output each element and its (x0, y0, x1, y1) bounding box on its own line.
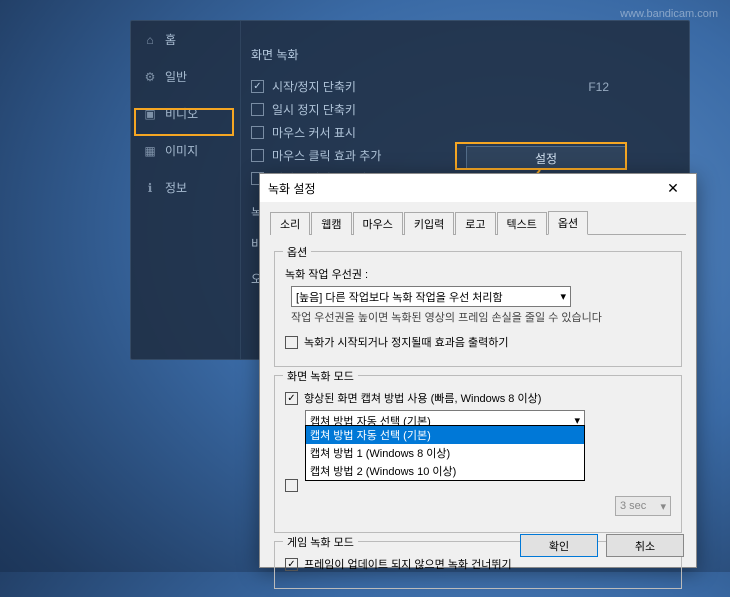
delay-row: 3 sec ▾ (285, 496, 671, 516)
watermark: www.bandicam.com (620, 8, 718, 20)
option-label: 캡쳐 방법 1 (Windows 8 이상) (310, 448, 450, 460)
home-icon: ⌂ (143, 33, 157, 47)
check-label: 일시 정지 단축키 (272, 101, 356, 118)
priority-select[interactable]: [높음] 다른 작업보다 녹화 작업을 우선 처리함 ▾ (291, 286, 571, 307)
sidebar-item-info[interactable]: ℹ 정보 (131, 169, 240, 206)
group-option: 옵션 녹화 작업 우선권 : [높음] 다른 작업보다 녹화 작업을 우선 처리… (274, 251, 682, 367)
sidebar-item-home[interactable]: ⌂ 홈 (131, 21, 240, 58)
dropdown-option[interactable]: 캡쳐 방법 1 (Windows 8 이상) (306, 444, 584, 462)
tab-text[interactable]: 텍스트 (497, 212, 547, 235)
select-value: 3 sec (620, 500, 646, 512)
record-settings-dialog: 녹화 설정 ✕ 소리 웹캠 마우스 키입력 로고 텍스트 옵션 옵션 녹화 작업… (259, 173, 697, 568)
checkbox-icon[interactable] (251, 149, 264, 162)
check-label: 녹화가 시작되거나 정지될때 효과음 출력하기 (304, 334, 509, 350)
close-icon: ✕ (667, 180, 679, 197)
tab-label: 텍스트 (507, 219, 537, 231)
chevron-down-icon: ▾ (560, 290, 566, 303)
hotkey-value: F12 (588, 80, 609, 94)
sidebar-item-image[interactable]: ▦ 이미지 (131, 132, 240, 169)
dialog-buttons: 확인 취소 (520, 534, 684, 557)
tab-label: 웹캠 (321, 219, 341, 231)
check-label: 향상된 화면 캡쳐 방법 사용 (빠름, Windows 8 이상) (304, 390, 541, 406)
info-icon: ℹ (143, 181, 157, 195)
image-icon: ▦ (143, 144, 157, 158)
video-icon: ▣ (143, 107, 157, 121)
dialog-title-text: 녹화 설정 (268, 180, 316, 197)
check-label: 프레임이 업데이트 되지 않으면 녹화 건너뛰기 (304, 556, 512, 572)
enhanced-check-row[interactable]: ✓ 향상된 화면 캡쳐 방법 사용 (빠름, Windows 8 이상) (285, 390, 671, 406)
skip-check-row[interactable]: ✓ 프레임이 업데이트 되지 않으면 녹화 건너뛰기 (285, 556, 671, 572)
check-label: 마우스 클릭 효과 추가 (272, 147, 381, 164)
group-label: 게임 녹화 모드 (283, 534, 358, 550)
button-label: 확인 (549, 538, 569, 554)
tab-label: 소리 (280, 219, 300, 231)
sidebar-item-general[interactable]: ⚙ 일반 (131, 58, 240, 95)
option-label: 캡쳐 방법 2 (Windows 10 이상) (310, 466, 456, 478)
cancel-button[interactable]: 취소 (606, 534, 684, 557)
dialog-tabs: 소리 웹캠 마우스 키입력 로고 텍스트 옵션 (270, 210, 686, 235)
sidebar-item-label: 정보 (165, 179, 187, 196)
ok-button[interactable]: 확인 (520, 534, 598, 557)
capture-method-dropdown: 캡쳐 방법 자동 선택 (기본) 캡쳐 방법 1 (Windows 8 이상) … (305, 425, 585, 481)
tab-label: 옵션 (558, 218, 578, 230)
tab-keyinput[interactable]: 키입력 (404, 212, 454, 235)
group-label: 옵션 (283, 244, 311, 260)
dropdown-option[interactable]: 캡쳐 방법 자동 선택 (기본) (306, 426, 584, 444)
sidebar-item-video[interactable]: ▣ 비디오 (131, 95, 240, 132)
checkbox-icon[interactable] (251, 126, 264, 139)
sidebar-item-label: 일반 (165, 68, 187, 85)
checkbox-icon[interactable] (285, 336, 298, 349)
check-label: 마우스 커서 표시 (272, 124, 356, 141)
checkbox-icon[interactable]: ✓ (285, 558, 298, 571)
checkbox-icon[interactable]: ✓ (285, 392, 298, 405)
dropdown-option[interactable]: 캡쳐 방법 2 (Windows 10 이상) (306, 462, 584, 480)
check-label: 시작/정지 단축키 (272, 78, 356, 95)
priority-note: 작업 우선권을 높이면 녹화된 영상의 프레임 손실을 줄일 수 있습니다 (291, 311, 671, 326)
priority-label: 녹화 작업 우선권 : (285, 266, 671, 282)
gear-icon: ⚙ (143, 70, 157, 84)
dialog-titlebar: 녹화 설정 ✕ (260, 174, 696, 202)
settings-button[interactable]: 설정 (466, 146, 626, 170)
tab-webcam[interactable]: 웹캠 (311, 212, 351, 235)
button-label: 취소 (635, 538, 655, 554)
delay-select[interactable]: 3 sec ▾ (615, 496, 671, 516)
select-value: [높음] 다른 작업보다 녹화 작업을 우선 처리함 (296, 289, 503, 305)
chevron-down-icon: ▾ (660, 500, 666, 513)
tab-label: 키입력 (414, 219, 444, 231)
check-start-stop[interactable]: ✓ 시작/정지 단축키 F12 (251, 75, 669, 98)
close-button[interactable]: ✕ (658, 178, 688, 198)
checkbox-icon[interactable]: ✓ (251, 80, 264, 93)
group-screen-mode: 화면 녹화 모드 ✓ 향상된 화면 캡쳐 방법 사용 (빠름, Windows … (274, 375, 682, 533)
tab-option[interactable]: 옵션 (548, 211, 588, 235)
group-label: 화면 녹화 모드 (283, 368, 358, 384)
checkbox-icon[interactable] (285, 479, 298, 492)
option-label: 캡쳐 방법 자동 선택 (기본) (310, 430, 431, 442)
check-pause[interactable]: 일시 정지 단축키 (251, 98, 669, 121)
section-title: 화면 녹화 (251, 46, 669, 63)
check-cursor[interactable]: 마우스 커서 표시 (251, 121, 669, 144)
effects-check-row[interactable]: 녹화가 시작되거나 정지될때 효과음 출력하기 (285, 334, 671, 350)
checkbox-icon[interactable] (251, 103, 264, 116)
sidebar-item-label: 이미지 (165, 142, 198, 159)
sidebar: ⌂ 홈 ⚙ 일반 ▣ 비디오 ▦ 이미지 ℹ 정보 (131, 21, 241, 359)
sidebar-item-label: 비디오 (165, 105, 198, 122)
tab-label: 로고 (465, 219, 485, 231)
tab-mouse[interactable]: 마우스 (353, 212, 403, 235)
sidebar-item-label: 홈 (165, 31, 176, 48)
settings-button-label: 설정 (535, 150, 557, 167)
tab-logo[interactable]: 로고 (455, 212, 495, 235)
tab-sound[interactable]: 소리 (270, 212, 310, 235)
tab-label: 마우스 (363, 219, 393, 231)
